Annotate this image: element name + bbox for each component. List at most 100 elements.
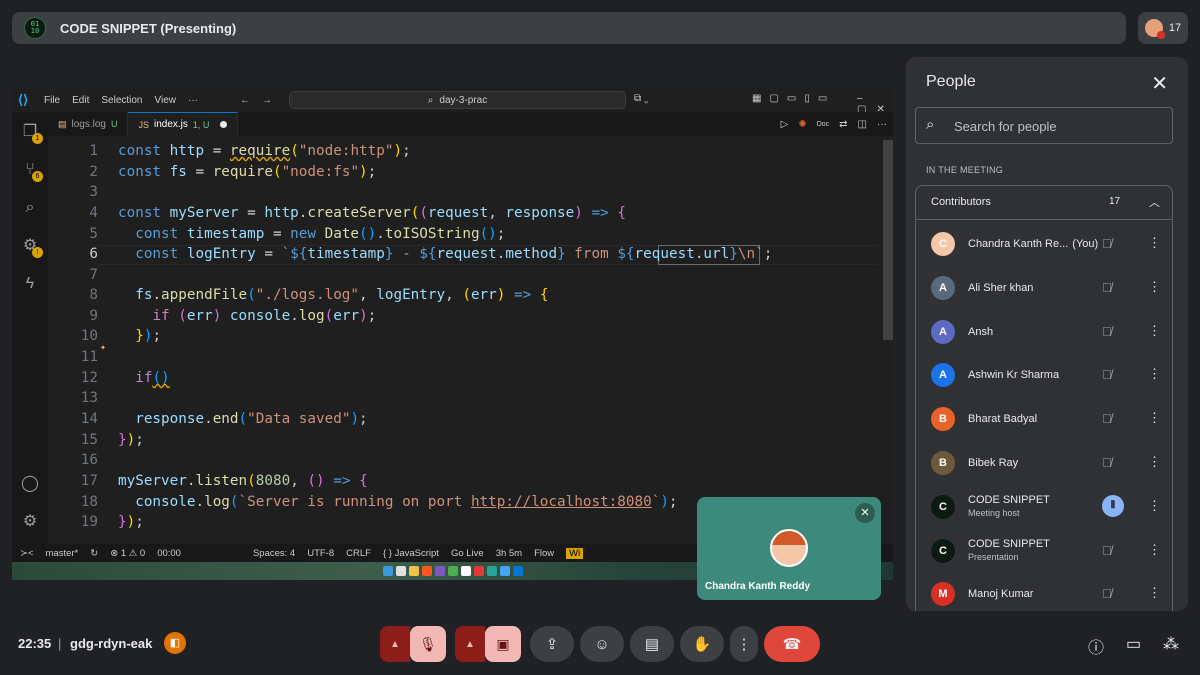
mic-off-icon[interactable]: 🎙̸ bbox=[1102, 586, 1112, 601]
more-vert-icon[interactable]: ⋮ bbox=[1148, 410, 1161, 426]
more-vert-icon[interactable]: ⋮ bbox=[1148, 235, 1161, 251]
menu-file[interactable]: File bbox=[44, 95, 60, 106]
timer-status[interactable]: 00:00 bbox=[157, 548, 181, 559]
taskbar-app-icon[interactable] bbox=[473, 566, 484, 576]
forward-arrow-icon[interactable]: → bbox=[262, 95, 272, 106]
mic-options-chevron-icon[interactable]: ▲ bbox=[380, 626, 410, 662]
present-button[interactable]: ⇪ bbox=[530, 626, 574, 662]
participant-count-button[interactable]: 17 bbox=[1138, 12, 1188, 44]
eol-status[interactable]: CRLF bbox=[346, 548, 371, 559]
editor-scrollbar-thumb[interactable] bbox=[883, 140, 893, 340]
camera-options-chevron-icon[interactable]: ▲ bbox=[455, 626, 485, 662]
command-center-search[interactable]: ⌕ day-3-prac bbox=[289, 91, 626, 109]
more-options-button[interactable]: ⋮ bbox=[730, 626, 758, 662]
emoji-button[interactable]: ☺ bbox=[580, 626, 624, 662]
raise-hand-button[interactable]: ✋ bbox=[680, 626, 724, 662]
more-vert-icon[interactable]: ⋮ bbox=[1148, 366, 1161, 382]
chat-icon[interactable]: ▭ bbox=[1126, 634, 1141, 654]
extensions-icon[interactable]: ⚙! bbox=[20, 236, 43, 258]
code-editor[interactable]: 1 2 3 4 5 6 7 8 9 10 11 12 13 14 15 16 17 18 19 const http… bbox=[48, 136, 893, 544]
golive-status[interactable]: Go Live bbox=[451, 548, 484, 559]
language-status[interactable]: { } JavaScript bbox=[383, 548, 439, 559]
more-vert-icon[interactable]: ⋮ bbox=[1148, 323, 1161, 339]
more-actions-icon[interactable]: ··· bbox=[877, 119, 887, 130]
taskbar-app-icon[interactable] bbox=[447, 566, 458, 576]
start-icon[interactable] bbox=[382, 566, 393, 576]
participant-row[interactable]: A Ansh 🎙̸ ⋮ bbox=[916, 312, 1172, 352]
flow-status[interactable]: Flow bbox=[534, 548, 554, 559]
participant-row[interactable]: B Bharat Badyal 🎙̸ ⋮ bbox=[916, 399, 1172, 439]
sparkle-icon[interactable]: ✺ bbox=[798, 119, 806, 130]
doc-button[interactable]: Doc bbox=[817, 121, 829, 128]
mic-off-icon[interactable]: 🎙̸ bbox=[1102, 236, 1112, 251]
warning-status[interactable]: Wi bbox=[566, 547, 584, 559]
settings-gear-icon[interactable]: ⚙ bbox=[20, 512, 40, 532]
people-search-input[interactable] bbox=[954, 116, 1164, 136]
taskbar-app-icon[interactable] bbox=[460, 566, 471, 576]
explorer-icon[interactable]: ❐ 1 bbox=[20, 122, 43, 144]
layout-icons[interactable]: ▦▢▭▯▭ bbox=[752, 93, 835, 104]
mic-off-icon[interactable]: 🎙̸ bbox=[1102, 455, 1112, 470]
participant-row[interactable]: B Bibek Ray 🎙̸ ⋮ bbox=[916, 443, 1172, 483]
self-video-tile[interactable]: ✕ Chandra Kanth Reddy bbox=[697, 497, 881, 600]
unsaved-dot-icon[interactable] bbox=[220, 121, 228, 128]
more-vert-icon[interactable]: ⋮ bbox=[1148, 542, 1161, 558]
indent-status[interactable]: Spaces: 4 bbox=[253, 548, 295, 559]
browser-icon[interactable] bbox=[421, 566, 432, 576]
participant-row[interactable]: M Manoj Kumar 🎙̸ ⋮ bbox=[916, 574, 1172, 611]
taskbar-app-icon[interactable] bbox=[486, 566, 497, 576]
source-control-icon[interactable]: ⑂ 6 bbox=[20, 160, 43, 182]
participant-row[interactable]: C CODE SNIPPET Presentation 🎙̸ ⋮ bbox=[916, 531, 1172, 571]
speaking-indicator-icon[interactable]: ⦀ bbox=[1102, 494, 1124, 517]
participant-row[interactable]: C Chandra Kanth Re... (You) 🎙̸ ⋮ bbox=[916, 224, 1172, 264]
bolt-icon[interactable]: ϟ bbox=[20, 274, 40, 294]
group-label[interactable]: Contributors bbox=[931, 196, 991, 208]
more-vert-icon[interactable]: ⋮ bbox=[1148, 585, 1161, 601]
folder-icon[interactable] bbox=[408, 566, 419, 576]
camera-off-button[interactable]: ▣ bbox=[485, 626, 521, 662]
menu-view[interactable]: View bbox=[155, 95, 177, 106]
tab-logs-log[interactable]: ▤ logs.log U bbox=[48, 112, 129, 136]
menu-more[interactable]: ··· bbox=[188, 95, 198, 106]
more-vert-icon[interactable]: ⋮ bbox=[1148, 454, 1161, 470]
search-icon[interactable]: ⌕ bbox=[20, 198, 40, 218]
chevron-up-icon[interactable]: ︿ bbox=[1149, 194, 1160, 210]
activities-icon[interactable]: ⁂ bbox=[1163, 634, 1179, 654]
account-icon[interactable]: ◯ bbox=[20, 474, 40, 494]
more-vert-icon[interactable]: ⋮ bbox=[1148, 279, 1161, 295]
people-search[interactable]: ⌕ bbox=[915, 107, 1173, 144]
captions-button[interactable]: ▤ bbox=[630, 626, 674, 662]
branch-status[interactable]: master* bbox=[46, 548, 79, 559]
taskbar-app-icon[interactable] bbox=[434, 566, 445, 576]
mic-off-icon[interactable]: 🎙̸ bbox=[1102, 411, 1112, 426]
participant-row[interactable]: A Ashwin Kr Sharma 🎙̸ ⋮ bbox=[916, 355, 1172, 395]
lightbulb-icon[interactable]: ✦ bbox=[100, 342, 106, 353]
taskbar-app-icon[interactable] bbox=[499, 566, 510, 576]
problems-status[interactable]: ⊗ 1 ⚠ 0 bbox=[110, 548, 145, 559]
mic-off-icon[interactable]: 🎙̸ bbox=[1102, 543, 1112, 558]
back-arrow-icon[interactable]: ← bbox=[240, 95, 250, 106]
mic-off-icon[interactable]: 🎙̸ bbox=[1102, 280, 1112, 295]
info-icon[interactable]: ⓘ bbox=[1088, 634, 1104, 658]
session-time-status[interactable]: 3h 5m bbox=[496, 548, 522, 559]
participant-row[interactable]: A Ali Sher khan 🎙̸ ⋮ bbox=[916, 268, 1172, 308]
encoding-status[interactable]: UTF-8 bbox=[307, 548, 334, 559]
sync-icon[interactable]: ↻ bbox=[90, 548, 98, 559]
vscode-taskbar-icon[interactable] bbox=[512, 566, 523, 576]
taskbar-app-icon[interactable] bbox=[395, 566, 406, 576]
leave-call-button[interactable]: ☎ bbox=[764, 626, 820, 662]
tab-index-js[interactable]: JS index.js 1, U bbox=[128, 112, 239, 136]
close-icon[interactable]: ✕ bbox=[1151, 71, 1168, 96]
mic-off-button[interactable]: 🎙 bbox=[410, 626, 446, 662]
host-controls-icon[interactable]: ◧ bbox=[164, 632, 186, 654]
split-editor-icon[interactable]: ◫ bbox=[858, 119, 867, 130]
menu-edit[interactable]: Edit bbox=[72, 95, 89, 106]
participant-row[interactable]: C CODE SNIPPET Meeting host ⦀ ⋮ bbox=[916, 487, 1172, 527]
copilot-icon[interactable]: ⧉ ⌄ bbox=[634, 93, 649, 104]
mic-off-icon[interactable]: 🎙̸ bbox=[1102, 367, 1112, 382]
more-vert-icon[interactable]: ⋮ bbox=[1148, 498, 1161, 514]
remote-icon[interactable]: ≻< bbox=[20, 548, 34, 559]
run-icon[interactable]: ▷ bbox=[781, 119, 789, 130]
mic-off-icon[interactable]: 🎙̸ bbox=[1102, 324, 1112, 339]
compare-icon[interactable]: ⇄ bbox=[839, 119, 847, 130]
